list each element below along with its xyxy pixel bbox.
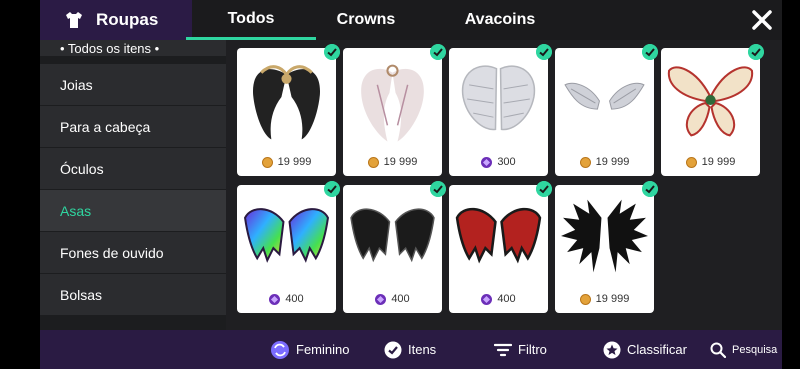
butterfly-wings-image — [668, 66, 753, 137]
sidebar-item-label: Bolsas — [60, 286, 103, 303]
item-price: 400 — [237, 293, 336, 305]
owned-check-icon — [536, 181, 552, 197]
item-card[interactable]: 19 999 — [555, 181, 658, 313]
owned-check-icon — [324, 44, 340, 60]
sort-badge-icon — [603, 341, 621, 358]
feminino-label: Feminino — [296, 342, 350, 357]
item-price: 400 — [343, 293, 442, 305]
sidebar-item-label: Para a cabeça — [60, 118, 151, 135]
owned-check-icon — [642, 181, 658, 197]
price-value: 19 999 — [595, 156, 630, 168]
sidebar-item-asas[interactable]: Asas — [40, 190, 226, 231]
gender-swap-icon — [271, 340, 289, 359]
itens-label: Itens — [408, 342, 437, 357]
classificar-button[interactable]: Classificar — [603, 330, 687, 369]
item-price: 19 999 — [661, 156, 760, 168]
item-price: 19 999 — [555, 156, 654, 168]
small-silver-wings-image — [564, 82, 645, 110]
item-card[interactable]: 19 999 — [237, 44, 340, 176]
item-price: 400 — [449, 293, 548, 305]
sidebar-item-fones-de-ouvido[interactable]: Fones de ouvido — [40, 232, 226, 273]
sidebar-item-label: • Todos os itens • — [60, 41, 160, 56]
dark-feather-wings-image — [252, 65, 321, 140]
black-bat-wings-image — [350, 208, 435, 263]
price-value: 400 — [285, 293, 304, 305]
price-value: 300 — [497, 156, 516, 168]
white-feather-wings-image — [361, 64, 424, 142]
owned-check-icon — [536, 44, 552, 60]
check-circle-icon — [384, 341, 402, 358]
coin-icon — [367, 156, 379, 168]
pesquisa-label: Pesquisa — [732, 343, 778, 356]
coin-icon — [579, 293, 591, 305]
coin-icon — [685, 156, 697, 168]
top-bar: Roupas Todos Crowns Avacoins — [40, 0, 782, 40]
price-value: 19 999 — [277, 156, 312, 168]
dark-spiky-wings-image — [561, 199, 648, 273]
filtro-button[interactable]: Filtro — [494, 330, 547, 369]
tab-label: Avacoins — [464, 11, 536, 28]
sidebar-item-bolsas[interactable]: Bolsas — [40, 274, 226, 315]
item-card[interactable]: 400 — [449, 181, 552, 313]
owned-check-icon — [642, 44, 658, 60]
item-price: 19 999 — [555, 293, 654, 305]
itens-button[interactable]: Itens — [384, 330, 436, 369]
category-title: Roupas — [96, 10, 159, 29]
gem-icon — [375, 293, 387, 305]
tab-crowns[interactable]: Crowns — [316, 0, 416, 40]
sidebar-item-label: Asas — [60, 202, 92, 219]
item-card[interactable]: 19 999 — [555, 44, 658, 176]
tab-avacoins[interactable]: Avacoins — [440, 0, 560, 40]
filter-icon — [494, 343, 512, 356]
sidebar-item-joias[interactable]: Joias — [40, 64, 226, 105]
shop-window: Roupas Todos Crowns Avacoins • Todos os … — [40, 0, 782, 369]
owned-check-icon — [430, 181, 446, 197]
item-card[interactable]: 400 — [237, 181, 340, 313]
coin-icon — [261, 156, 273, 168]
sidebar-item-para-a-cabeca[interactable]: Para a cabeça — [40, 106, 226, 147]
shirt-icon — [66, 12, 82, 28]
bottom-toolbar: Feminino Itens Filtro Classificar Pesqui… — [40, 330, 782, 369]
price-value: 19 999 — [701, 156, 736, 168]
tab-label: Crowns — [336, 11, 396, 28]
gem-icon — [481, 293, 493, 305]
owned-check-icon — [748, 44, 764, 60]
tab-todos[interactable]: Todos — [186, 0, 316, 40]
owned-check-icon — [324, 181, 340, 197]
item-price: 19 999 — [343, 156, 442, 168]
filtro-label: Filtro — [518, 342, 547, 357]
item-card[interactable]: 19 999 — [661, 44, 764, 176]
item-card[interactable]: 400 — [343, 181, 446, 313]
owned-check-icon — [430, 44, 446, 60]
red-bat-wings-image — [455, 207, 542, 264]
price-value: 19 999 — [595, 293, 630, 305]
tab-label: Todos — [227, 9, 275, 27]
sidebar-item-label: Óculos — [60, 160, 104, 177]
rainbow-bat-wings-image — [243, 208, 330, 263]
sidebar-item-label: Joias — [60, 76, 93, 93]
feminino-button[interactable]: Feminino — [270, 330, 349, 369]
sidebar-item-todos-os-itens[interactable]: • Todos os itens • — [40, 40, 226, 56]
gem-icon — [269, 293, 281, 305]
item-price: 19 999 — [237, 156, 336, 168]
item-card[interactable]: 300 — [449, 44, 552, 176]
classificar-label: Classificar — [627, 342, 687, 357]
price-value: 400 — [391, 293, 410, 305]
price-value: 19 999 — [383, 156, 418, 168]
crystal-angel-wings-image — [461, 65, 536, 131]
item-card[interactable]: 19 999 — [343, 44, 446, 176]
category-header[interactable]: Roupas — [40, 0, 192, 40]
price-value: 400 — [497, 293, 516, 305]
sidebar-item-oculos[interactable]: Óculos — [40, 148, 226, 189]
search-icon — [710, 342, 726, 358]
sidebar-item-label: Fones de ouvido — [60, 244, 164, 261]
category-sidebar[interactable]: • Todos os itens • Joias Para a cabeça Ó… — [40, 40, 226, 330]
close-icon[interactable] — [750, 8, 774, 32]
pesquisa-button[interactable]: Pesquisa — [710, 330, 777, 369]
gem-icon — [481, 156, 493, 168]
item-price: 300 — [449, 156, 548, 168]
coin-icon — [579, 156, 591, 168]
